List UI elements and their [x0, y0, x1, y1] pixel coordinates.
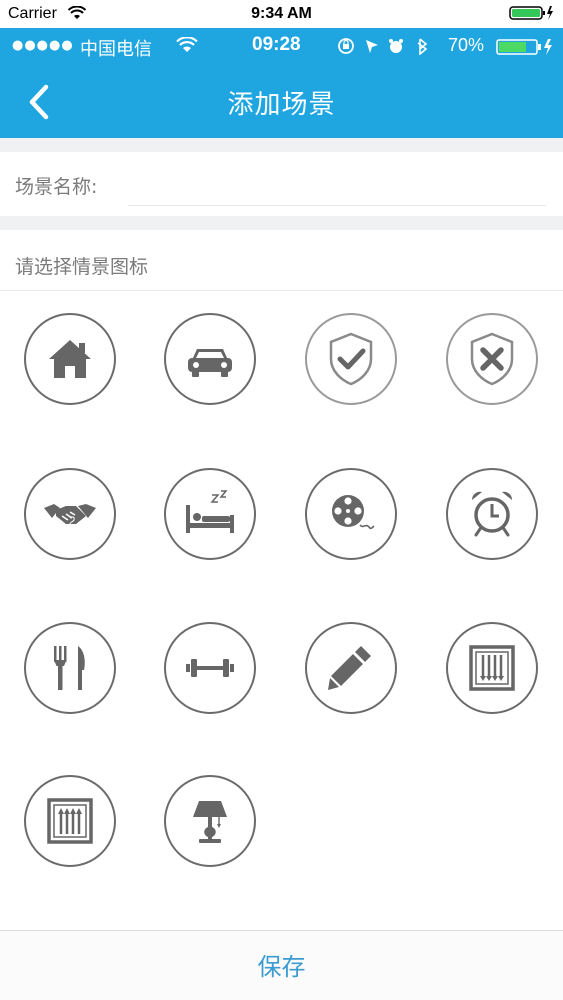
scene-icon-lamp[interactable] — [164, 775, 256, 867]
simulator-status-bar: Carrier 9:34 AM — [0, 0, 563, 28]
handshake-icon — [44, 504, 96, 525]
page-title: 添加场景 — [227, 90, 336, 120]
pencil-icon — [328, 646, 371, 690]
car-icon — [188, 349, 232, 377]
scene-name-row: 场景名称: — [0, 152, 563, 216]
scene-icon-curtain-close[interactable] — [446, 622, 538, 714]
scene-icon-dining[interactable] — [24, 622, 116, 714]
section-gap — [0, 138, 563, 152]
scene-icon-edit[interactable] — [305, 622, 397, 714]
bottom-bar: 保存 — [0, 930, 563, 1000]
alarm-clock-icon — [471, 491, 513, 537]
app-time: 09:28 — [252, 34, 301, 55]
shield-check-icon — [329, 332, 373, 386]
scene-icon-fitness[interactable] — [164, 622, 256, 714]
scene-name-label: 场景名称: — [15, 176, 98, 198]
lamp-icon — [193, 801, 227, 843]
scene-icon-shield-check[interactable] — [305, 313, 397, 405]
status-icons — [338, 37, 434, 59]
scene-icon-film[interactable] — [305, 468, 397, 560]
section-gap — [0, 216, 563, 230]
curtain-close-icon — [469, 645, 515, 691]
scene-icon-alarm[interactable] — [446, 468, 538, 560]
app-header: ●●●●● 中国电信 09:28 70% 添加场景 — [0, 28, 563, 138]
battery-percent: 70% — [448, 35, 485, 55]
simulator-time: 9:34 AM — [251, 5, 312, 22]
save-button[interactable]: 保存 — [0, 947, 563, 982]
scene-icon-handshake[interactable] — [24, 468, 116, 560]
scene-icon-shield-cross[interactable] — [446, 313, 538, 405]
signal-dots: ●●●●● — [12, 38, 74, 53]
curtain-open-icon — [47, 798, 93, 844]
app-carrier: 中国电信 — [80, 39, 152, 60]
icon-section-title: 请选择情景图标 — [15, 256, 149, 278]
film-reel-icon — [332, 495, 375, 530]
scene-icon-sleep[interactable] — [164, 468, 256, 560]
scene-name-input[interactable] — [128, 166, 546, 206]
fork-knife-icon — [54, 646, 85, 690]
battery-icon — [496, 38, 556, 60]
shield-cross-icon — [470, 332, 514, 386]
divider — [0, 290, 563, 291]
home-icon — [49, 340, 91, 378]
sleep-bed-icon — [186, 490, 234, 533]
battery-icon — [509, 5, 555, 26]
dumbbell-icon — [186, 659, 234, 677]
scene-icon-home[interactable] — [24, 313, 116, 405]
wifi-icon — [176, 36, 198, 57]
scene-icon-car[interactable] — [164, 313, 256, 405]
app-status-bar: ●●●●● 中国电信 09:28 70% — [0, 28, 563, 64]
scene-icon-curtain-open[interactable] — [24, 775, 116, 867]
